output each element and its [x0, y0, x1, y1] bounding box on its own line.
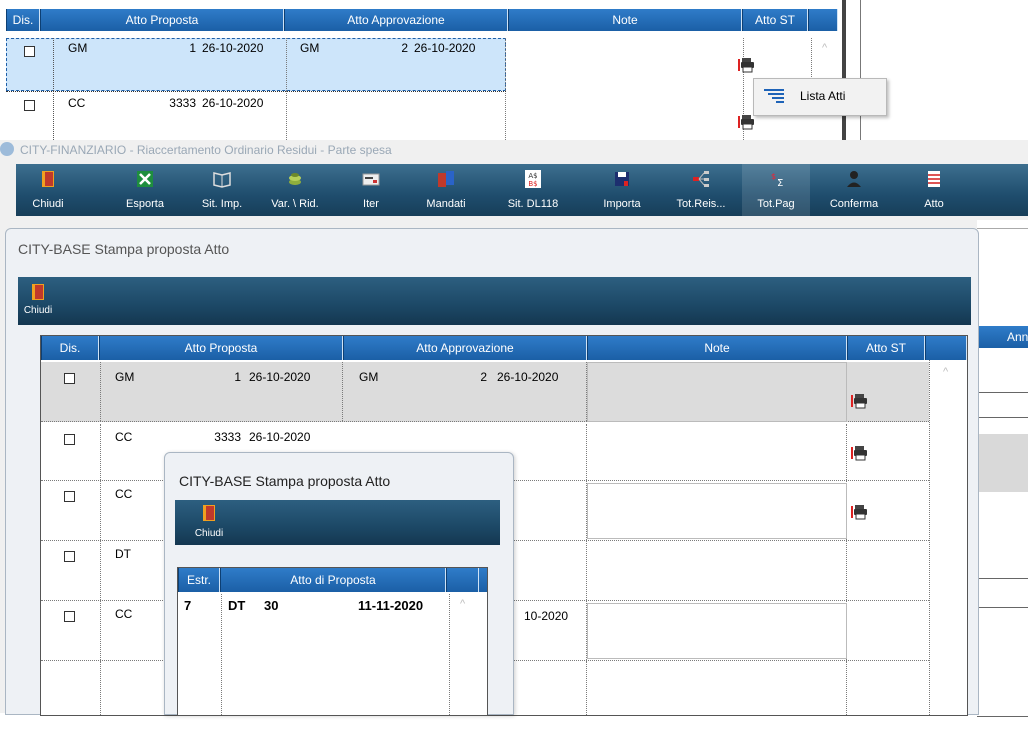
document-icon: [928, 171, 940, 187]
cell-divider: [6, 38, 812, 91]
background-row: [977, 434, 1028, 492]
background-row: [977, 578, 1028, 608]
flow-icon: [693, 171, 709, 187]
dialog-toolbar: Chiudi: [175, 500, 500, 545]
col-atto-approvazione[interactable]: Atto Approvazione: [343, 336, 587, 360]
background-grid-header: Ann: [977, 326, 1028, 348]
table-row[interactable]: 7 DT 30 11-11-2020: [178, 594, 450, 715]
printer-icon[interactable]: [851, 392, 869, 410]
toolbar-button-atto[interactable]: Atto: [912, 164, 956, 216]
main-toolbar: Chiudi Esporta Sit. Imp. Var. \ Rid. Ite…: [16, 164, 1028, 216]
col-spacer: [925, 336, 967, 360]
top-grid-header: Dis. Atto Proposta Atto Approvazione Not…: [6, 9, 838, 31]
col-atto-proposta[interactable]: Atto Proposta: [99, 336, 343, 360]
cell-divider: [178, 594, 450, 715]
scroll-up-arrow-icon[interactable]: ^: [460, 598, 465, 610]
col-note[interactable]: Note: [508, 9, 742, 31]
toolbar-button-sit-imp[interactable]: Sit. Imp.: [190, 164, 254, 216]
context-menu-item-lista-atti[interactable]: Lista Atti: [756, 81, 882, 111]
toolbar-button-iter[interactable]: Iter: [346, 164, 396, 216]
background-row: [977, 392, 1028, 418]
printer-icon[interactable]: [738, 56, 756, 74]
printer-icon[interactable]: [851, 503, 869, 521]
col-note[interactable]: Note: [587, 336, 847, 360]
svg-text:A$: A$: [528, 172, 537, 180]
printer-icon[interactable]: [851, 444, 869, 462]
main-window: CITY-FINANZIARIO - Riaccertamento Ordina…: [0, 140, 1028, 717]
coins-icon: [289, 173, 301, 185]
col-atto-di-proposta[interactable]: Atto di Proposta: [220, 568, 446, 592]
binder-icon: [438, 171, 454, 187]
context-menu: Lista Atti: [753, 78, 887, 116]
col-dis[interactable]: Dis.: [6, 9, 40, 31]
disk-icon: [615, 172, 629, 186]
cell-divider: [6, 91, 744, 140]
svg-text:B$: B$: [528, 180, 537, 188]
toolbar-button-var-rid[interactable]: Var. \ Rid.: [264, 164, 326, 216]
excel-icon: [137, 171, 153, 187]
toolbar-button-conferma[interactable]: Conferma: [822, 164, 886, 216]
list-icon: [764, 89, 784, 103]
dialog-title: CITY-BASE Stampa proposta Atto: [18, 241, 230, 257]
grid-header: Dis. Atto Proposta Atto Approvazione Not…: [41, 336, 967, 360]
col-atto-st[interactable]: Atto ST: [742, 9, 808, 31]
col-atto-approvazione[interactable]: Atto Approvazione: [284, 9, 508, 31]
note-cell-box: [587, 603, 847, 659]
top-grid-right-border: [842, 0, 846, 140]
col-estr[interactable]: Estr.: [178, 568, 220, 592]
svg-text:Σ: Σ: [777, 178, 783, 188]
currency-icon: A$B$: [525, 170, 541, 188]
toolbar-button-tot-reis[interactable]: Tot.Reis...: [670, 164, 732, 216]
dialog-grid: Estr. Atto di Proposta 7 DT 30 11-11-202…: [177, 567, 488, 716]
background-panel: [977, 228, 1028, 325]
col-spacer: [808, 9, 838, 31]
dialog-stampa-proposta-atto-secondary: CITY-BASE Stampa proposta Atto Chiudi Es…: [164, 452, 514, 716]
person-icon: [847, 171, 861, 187]
top-grid-right-edge: [860, 0, 861, 140]
door-icon: [42, 171, 54, 187]
book-icon: [213, 172, 231, 188]
col-spacer: [446, 568, 479, 592]
grid-header: Estr. Atto di Proposta: [178, 568, 487, 592]
col-atto-st[interactable]: Atto ST: [847, 336, 925, 360]
table-row[interactable]: GM 1 26-10-2020 GM 2 26-10-2020 ^: [6, 38, 842, 91]
app-icon: [0, 142, 14, 156]
toolbar-button-tot-pag[interactable]: $ Σ Tot.Pag: [742, 164, 810, 216]
dialog-close-button[interactable]: Chiudi: [189, 500, 229, 545]
background-column-label: Ann: [1007, 330, 1028, 344]
note-cell-box: [587, 483, 847, 539]
sum-icon: $Σ: [771, 172, 783, 188]
svg-text:$: $: [771, 172, 776, 181]
toolbar-button-importa[interactable]: Importa: [594, 164, 650, 216]
scroll-up-arrow-icon[interactable]: ^: [943, 366, 948, 378]
dialog-toolbar: Chiudi: [18, 277, 971, 325]
dialog-close-button[interactable]: Chiudi: [20, 277, 56, 325]
door-icon: [203, 505, 215, 521]
context-menu-item-label: Lista Atti: [800, 89, 846, 103]
door-icon: [32, 284, 44, 300]
grid-right-border: [929, 360, 931, 715]
top-excerpt-panel: Dis. Atto Proposta Atto Approvazione Not…: [0, 0, 890, 140]
row-separator: [6, 91, 506, 92]
toolbar-button-chiudi[interactable]: Chiudi: [20, 164, 76, 216]
dialog-title: CITY-BASE Stampa proposta Atto: [179, 473, 391, 489]
toolbar-button-mandati[interactable]: Mandati: [414, 164, 478, 216]
note-cell-box: [587, 362, 847, 422]
background-row: [977, 716, 1028, 745]
background-grid-stub: Ann: [977, 220, 1028, 717]
toolbar-button-sit-dl118[interactable]: A$ B$ Sit. DL118: [498, 164, 568, 216]
col-dis[interactable]: Dis.: [41, 336, 99, 360]
card-icon: [362, 173, 380, 186]
table-row[interactable]: CC 3333 26-10-2020: [6, 91, 842, 140]
window-title: CITY-FINANZIARIO - Riaccertamento Ordina…: [20, 143, 392, 157]
col-atto-proposta[interactable]: Atto Proposta: [40, 9, 284, 31]
toolbar-button-esporta[interactable]: Esporta: [110, 164, 180, 216]
scroll-up-arrow-icon[interactable]: ^: [822, 42, 827, 54]
